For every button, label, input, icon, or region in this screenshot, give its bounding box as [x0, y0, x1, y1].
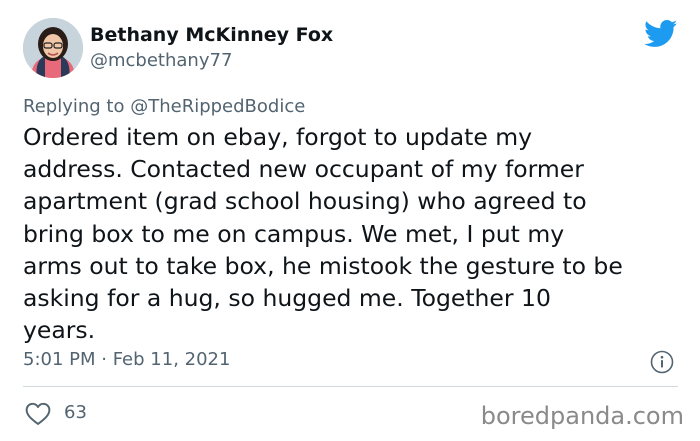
- tweet-line: Ordered item on ebay, forgot to update m…: [23, 123, 533, 151]
- divider: [23, 386, 678, 387]
- reply-mention-link[interactable]: @TheRippedBodice: [130, 96, 305, 117]
- tweet-line: apartment (grad school housing) who agre…: [23, 187, 587, 216]
- tweet-line: arms out to take box, he mistook the ges…: [23, 251, 623, 280]
- profile-photo: [23, 18, 83, 78]
- tweet-line: bring box to me on campus. We met, I put…: [23, 219, 565, 248]
- user-handle[interactable]: @mcbethany77: [90, 50, 232, 71]
- tweet-line: address. Contacted new occupant of my fo…: [23, 155, 584, 184]
- watermark: boredpanda.com: [480, 402, 684, 430]
- tweet-text: Ordered item on ebay, forgot to update m…: [23, 121, 673, 346]
- avatar[interactable]: [23, 18, 83, 78]
- replying-prefix: Replying to: [23, 96, 125, 117]
- tweet-timestamp[interactable]: 5:01 PM · Feb 11, 2021: [23, 349, 230, 370]
- twitter-bird-icon[interactable]: [644, 20, 678, 48]
- like-count: 63: [64, 402, 87, 423]
- tweet-line: asking for a hug, so hugged me. Together…: [23, 284, 551, 313]
- info-icon[interactable]: [650, 350, 674, 374]
- heart-icon[interactable]: [25, 402, 51, 426]
- replying-to: Replying to @TheRippedBodice: [23, 96, 305, 117]
- tweet-line: years.: [23, 316, 96, 345]
- display-name[interactable]: Bethany McKinney Fox: [90, 24, 333, 46]
